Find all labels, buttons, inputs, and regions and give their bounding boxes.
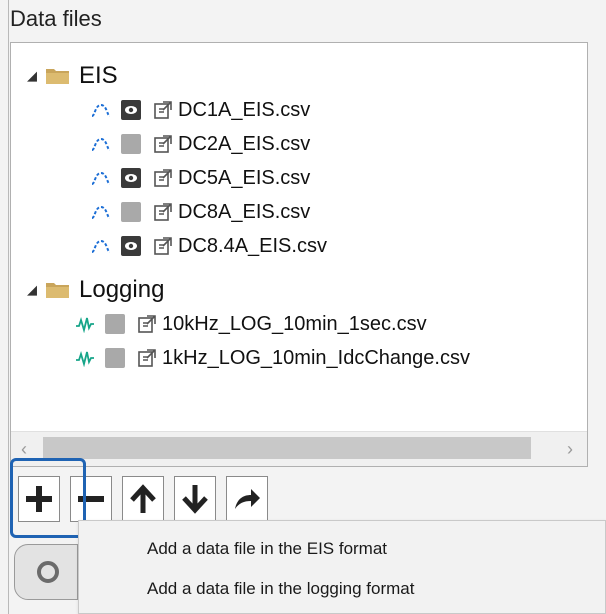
move-up-icon bbox=[130, 484, 156, 513]
file-tree[interactable]: ◢ EIS DC1A_EIS.csv DC2A_EIS.csv DC5A_EIS… bbox=[10, 42, 588, 467]
tree-file-row[interactable]: 10kHz_LOG_10min_1sec.csv bbox=[75, 307, 427, 341]
eis-wave-icon bbox=[91, 103, 111, 117]
file-name: DC8A_EIS.csv bbox=[178, 200, 311, 223]
data-files-panel: Data files ◢ EIS DC1A_EIS.csv DC2A_EIS.c… bbox=[0, 0, 606, 614]
collapse-icon[interactable]: ◢ bbox=[27, 68, 41, 84]
eis-wave-icon bbox=[91, 205, 111, 219]
eis-wave-icon bbox=[91, 171, 111, 185]
move-up-button[interactable] bbox=[122, 476, 164, 522]
visibility-toggle[interactable] bbox=[121, 100, 141, 120]
scroll-left-icon[interactable]: ‹ bbox=[21, 439, 27, 460]
eis-wave-icon bbox=[91, 239, 111, 253]
visibility-toggle[interactable] bbox=[121, 134, 141, 154]
group-label: Logging bbox=[79, 276, 165, 303]
logging-wave-icon bbox=[76, 351, 94, 367]
tree-file-row[interactable]: DC5A_EIS.csv bbox=[91, 161, 310, 195]
folder-icon bbox=[46, 69, 69, 84]
eye-icon bbox=[125, 174, 137, 182]
file-name: 10kHz_LOG_10min_1sec.csv bbox=[162, 312, 427, 335]
visibility-toggle[interactable] bbox=[121, 236, 141, 256]
file-name: DC8.4A_EIS.csv bbox=[178, 234, 327, 257]
folder-icon bbox=[46, 283, 69, 298]
tree-file-row[interactable]: DC2A_EIS.csv bbox=[91, 127, 310, 161]
scrollbar-thumb[interactable] bbox=[43, 437, 531, 459]
collapse-icon[interactable]: ◢ bbox=[27, 282, 41, 298]
open-file-icon[interactable] bbox=[137, 314, 157, 334]
file-name: DC2A_EIS.csv bbox=[178, 132, 311, 155]
visibility-toggle[interactable] bbox=[121, 202, 141, 222]
eye-icon bbox=[125, 106, 137, 114]
eis-wave-icon bbox=[91, 137, 111, 151]
file-name: 1kHz_LOG_10min_IdcChange.csv bbox=[162, 346, 470, 369]
tree-group-eis[interactable]: ◢ EIS bbox=[27, 59, 118, 93]
visibility-toggle[interactable] bbox=[105, 314, 125, 334]
open-file-icon[interactable] bbox=[153, 236, 173, 256]
tree-group-logging[interactable]: ◢ Logging bbox=[27, 273, 164, 307]
tree-file-row[interactable]: DC8.4A_EIS.csv bbox=[91, 229, 327, 263]
horizontal-scrollbar[interactable]: ‹ › bbox=[11, 431, 587, 466]
tree-file-row[interactable]: DC8A_EIS.csv bbox=[91, 195, 310, 229]
eye-icon bbox=[125, 242, 137, 250]
tree-file-row[interactable]: DC1A_EIS.csv bbox=[91, 93, 310, 127]
move-down-icon bbox=[182, 485, 208, 514]
record-button[interactable] bbox=[14, 544, 78, 600]
panel-title: Data files bbox=[10, 6, 102, 31]
open-file-icon[interactable] bbox=[137, 348, 157, 368]
move-down-button[interactable] bbox=[174, 476, 216, 522]
file-name: DC1A_EIS.csv bbox=[178, 98, 311, 121]
export-icon bbox=[235, 489, 260, 509]
group-label: EIS bbox=[79, 62, 118, 89]
open-file-icon[interactable] bbox=[153, 100, 173, 120]
export-button[interactable] bbox=[226, 476, 268, 522]
visibility-toggle[interactable] bbox=[121, 168, 141, 188]
record-icon bbox=[37, 561, 59, 583]
logging-wave-icon bbox=[76, 317, 94, 333]
scroll-right-icon[interactable]: › bbox=[567, 439, 573, 460]
tree-file-row[interactable]: 1kHz_LOG_10min_IdcChange.csv bbox=[75, 341, 571, 375]
menu-item-add-logging[interactable]: Add a data file in the logging format bbox=[147, 579, 414, 599]
visibility-toggle[interactable] bbox=[105, 348, 125, 368]
add-file-menu: Add a data file in the EIS format Add a … bbox=[78, 520, 606, 614]
add-button-highlight bbox=[10, 458, 86, 538]
open-file-icon[interactable] bbox=[153, 134, 173, 154]
open-file-icon[interactable] bbox=[153, 168, 173, 188]
open-file-icon[interactable] bbox=[153, 202, 173, 222]
menu-item-add-eis[interactable]: Add a data file in the EIS format bbox=[147, 539, 387, 559]
file-name: DC5A_EIS.csv bbox=[178, 166, 311, 189]
